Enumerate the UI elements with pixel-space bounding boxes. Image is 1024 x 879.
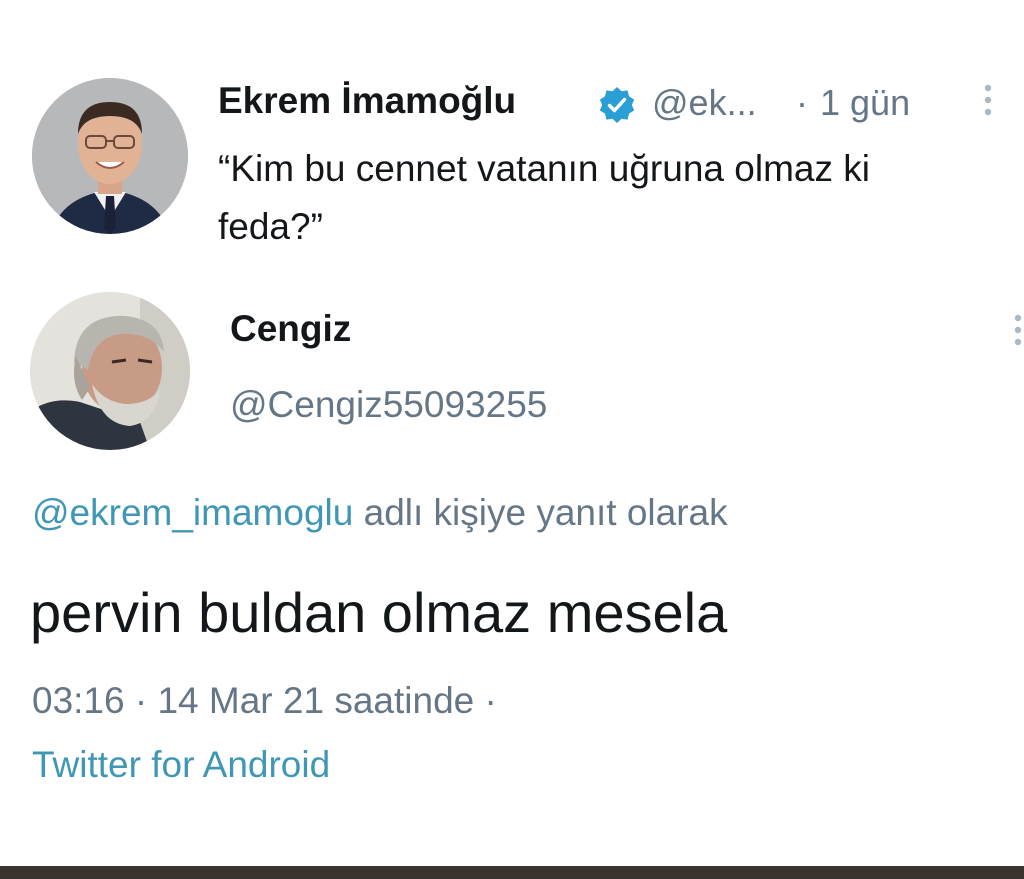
reply-tweet-text: pervin buldan olmaz mesela — [30, 581, 728, 644]
verified-badge-icon — [597, 85, 637, 125]
replying-suffix: adlı kişiye yanıt olarak — [353, 492, 728, 533]
bottom-divider — [0, 866, 1024, 879]
separator-dot: · — [796, 82, 808, 123]
more-vertical-icon[interactable] — [978, 80, 998, 124]
mention-link[interactable]: @ekrem_imamoglu — [32, 492, 353, 533]
ekrem-display-name[interactable]: Ekrem İmamoğlu — [218, 80, 516, 122]
cengiz-display-name[interactable]: Cengiz — [230, 308, 351, 350]
cengiz-handle[interactable]: @Cengiz55093255 — [230, 384, 547, 426]
ekrem-avatar[interactable] — [32, 78, 188, 234]
parent-tweet-text: “Kim bu cennet vatanın uğruna olmaz ki f… — [218, 148, 870, 247]
ekrem-handle[interactable]: @ek... — [652, 82, 757, 124]
cengiz-avatar[interactable] — [30, 292, 190, 450]
more-vertical-icon[interactable] — [1008, 310, 1024, 354]
tweet-timestamp[interactable]: 03:16 · 14 Mar 21 saatinde · — [32, 680, 497, 722]
replying-to: @ekrem_imamoglu adlı kişiye yanıt olarak — [32, 492, 728, 534]
tweet-time[interactable]: 1 gün — [820, 82, 910, 124]
tweet-source-link[interactable]: Twitter for Android — [32, 744, 330, 786]
